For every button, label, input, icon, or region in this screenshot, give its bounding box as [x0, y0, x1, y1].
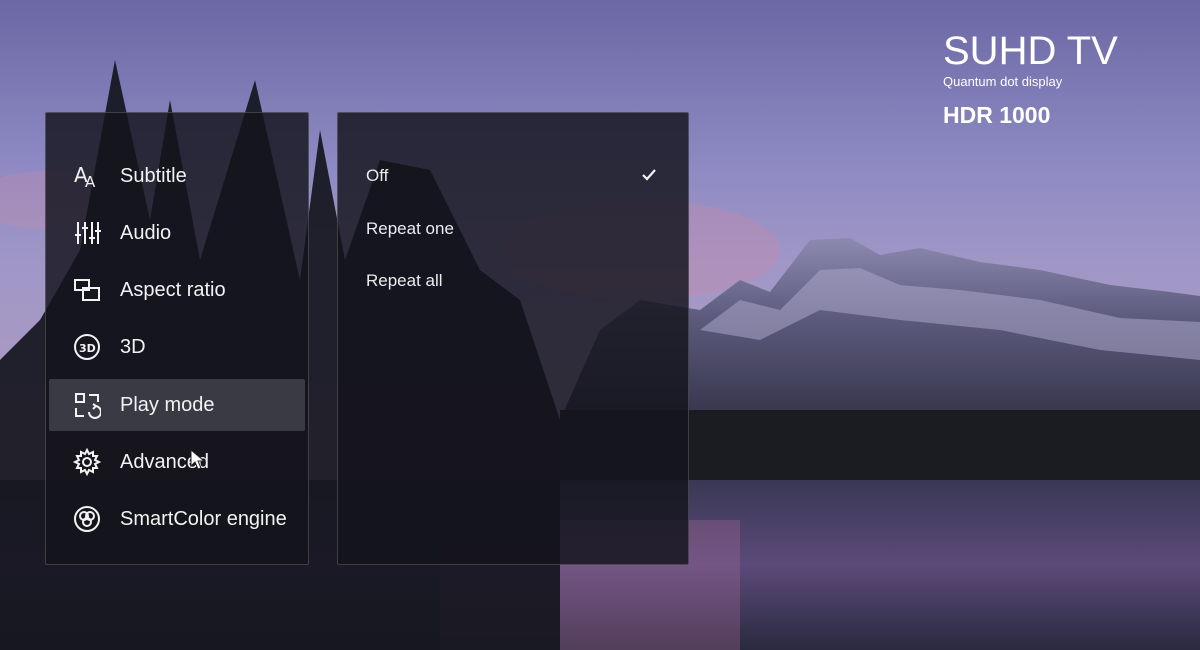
play-mode-options-panel: Off Repeat one Repeat all [337, 112, 689, 565]
brand-subtitle: Quantum dot display [943, 74, 1063, 89]
option-label: Off [366, 166, 389, 185]
play-mode-icon [73, 391, 101, 419]
gear-icon [73, 448, 101, 476]
aspect-ratio-icon [73, 276, 101, 304]
menu-item-smartcolor-engine[interactable]: SmartColor engine [49, 493, 305, 545]
checkmark-icon [642, 169, 656, 181]
option-repeat-one[interactable]: Repeat one [366, 214, 666, 244]
menu-item-label: Subtitle [120, 164, 187, 187]
audio-icon [73, 219, 101, 247]
menu-item-audio[interactable]: Audio [49, 207, 305, 259]
option-repeat-all[interactable]: Repeat all [366, 266, 666, 296]
menu-item-label: Aspect ratio [120, 278, 226, 301]
option-label: Repeat one [366, 219, 454, 238]
menu-item-label: SmartColor engine [120, 507, 287, 530]
tv-screen: SUHD TV Quantum dot display HDR 1000 AA … [0, 0, 1200, 650]
brand-title: SUHD TV [943, 29, 1118, 73]
menu-item-advanced[interactable]: Advanced [49, 436, 305, 488]
brand-hdr-label: HDR 1000 [943, 102, 1051, 128]
smartcolor-icon [73, 505, 101, 533]
menu-item-label: Play mode [120, 393, 215, 416]
menu-item-3d[interactable]: 3D 3D [49, 321, 305, 373]
option-label: Repeat all [366, 271, 443, 290]
brand-logo: SUHD TV Quantum dot display HDR 1000 [943, 30, 1118, 128]
svg-text:3D: 3D [79, 342, 96, 355]
menu-item-label: Audio [120, 221, 172, 244]
settings-menu-panel: AA Subtitle Audio Aspect ratio 3D 3D Pla… [45, 112, 309, 565]
option-off[interactable]: Off [366, 161, 666, 191]
mouse-cursor-icon [190, 449, 206, 470]
menu-item-label: 3D [120, 335, 146, 358]
subtitle-icon: AA [73, 162, 101, 190]
menu-item-play-mode[interactable]: Play mode [49, 379, 305, 431]
menu-item-subtitle[interactable]: AA Subtitle [49, 150, 305, 202]
svg-text:A: A [85, 173, 96, 190]
3d-icon: 3D [73, 333, 101, 361]
menu-item-aspect-ratio[interactable]: Aspect ratio [49, 264, 305, 316]
